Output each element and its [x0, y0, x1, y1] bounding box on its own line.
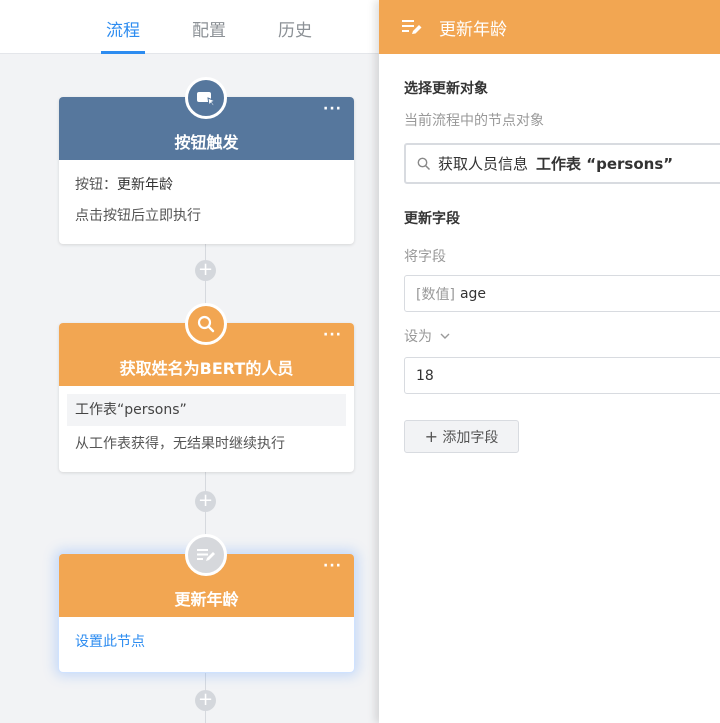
flow-canvas: 流程 配置 历史 + + + ··· 按钮触发 按钮：更新年龄 点击按钮后立即执…: [0, 0, 379, 723]
worksheet-label: 工作表“persons”: [67, 394, 346, 426]
tab-history[interactable]: 历史: [278, 16, 312, 41]
field-type-prefix: [数值]: [416, 286, 455, 303]
node-note: 从工作表获得，无结果时继续执行: [75, 436, 285, 452]
node-header: ··· 按钮触发: [59, 77, 354, 160]
button-click-icon: [185, 77, 227, 119]
edit-list-icon: [185, 534, 227, 576]
set-to-value-input[interactable]: 18: [404, 357, 720, 394]
add-node-button[interactable]: +: [195, 491, 216, 512]
configure-node-link[interactable]: 设置此节点: [75, 634, 145, 650]
more-options-icon[interactable]: ···: [323, 558, 342, 574]
node-header: ··· 获取姓名为BERT的人员: [59, 303, 354, 386]
row-label: 按钮：: [75, 177, 117, 193]
search-icon: [185, 303, 227, 345]
panel-header: 更新年龄: [379, 0, 720, 54]
add-field-label: 添加字段: [442, 430, 499, 446]
set-to-value: 18: [416, 367, 434, 384]
tab-bar: 流程 配置 历史: [0, 0, 379, 54]
panel-title: 更新年龄: [439, 19, 507, 40]
target-selector[interactable]: 获取人员信息 工作表 “persons”: [404, 143, 720, 184]
node-header: ··· 更新年龄: [59, 534, 354, 617]
select-target-hint: 当前流程中的节点对象: [404, 113, 544, 129]
field-value: age: [459, 285, 487, 302]
add-node-button[interactable]: +: [195, 690, 216, 711]
node-row: 点击按钮后立即执行: [75, 201, 338, 232]
add-node-button[interactable]: +: [195, 260, 216, 281]
more-options-icon[interactable]: ···: [323, 327, 342, 343]
node-title: 获取姓名为BERT的人员: [119, 359, 294, 378]
tab-flow[interactable]: 流程: [106, 16, 140, 41]
row-value: 更新年龄: [117, 177, 173, 193]
target-source: 获取人员信息: [438, 155, 529, 173]
select-target-title: 选择更新对象: [404, 81, 488, 97]
node-update-age[interactable]: ··· 更新年龄 设置此节点: [59, 534, 354, 672]
node-button-trigger[interactable]: ··· 按钮触发 按钮：更新年龄 点击按钮后立即执行: [59, 77, 354, 244]
node-title: 更新年龄: [174, 590, 239, 609]
config-panel: 更新年龄 选择更新对象 当前流程中的节点对象 获取人员信息 工作表 “perso…: [379, 0, 720, 723]
set-to-dropdown[interactable]: 设为: [404, 326, 720, 346]
more-options-icon[interactable]: ···: [323, 101, 342, 117]
search-icon: [417, 157, 431, 170]
field-selector[interactable]: [数值] age: [404, 275, 720, 312]
active-tab-indicator: [101, 51, 145, 54]
node-row: 按钮：更新年龄: [75, 170, 338, 201]
node-get-records[interactable]: ··· 获取姓名为BERT的人员 工作表“persons” 从工作表获得，无结果…: [59, 303, 354, 472]
row-label: 点击按钮后立即执行: [75, 208, 201, 224]
node-title: 按钮触发: [174, 133, 239, 152]
set-to-label: 设为: [404, 329, 432, 345]
chevron-down-icon: [440, 333, 450, 339]
update-fields-title: 更新字段: [404, 211, 460, 227]
add-field-button[interactable]: + 添加字段: [404, 420, 519, 453]
tab-config[interactable]: 配置: [192, 16, 226, 41]
field-label: 将字段: [404, 249, 446, 265]
plus-icon: +: [424, 427, 438, 446]
target-sheet: 工作表 “persons”: [536, 155, 674, 173]
edit-list-icon: [402, 20, 422, 34]
